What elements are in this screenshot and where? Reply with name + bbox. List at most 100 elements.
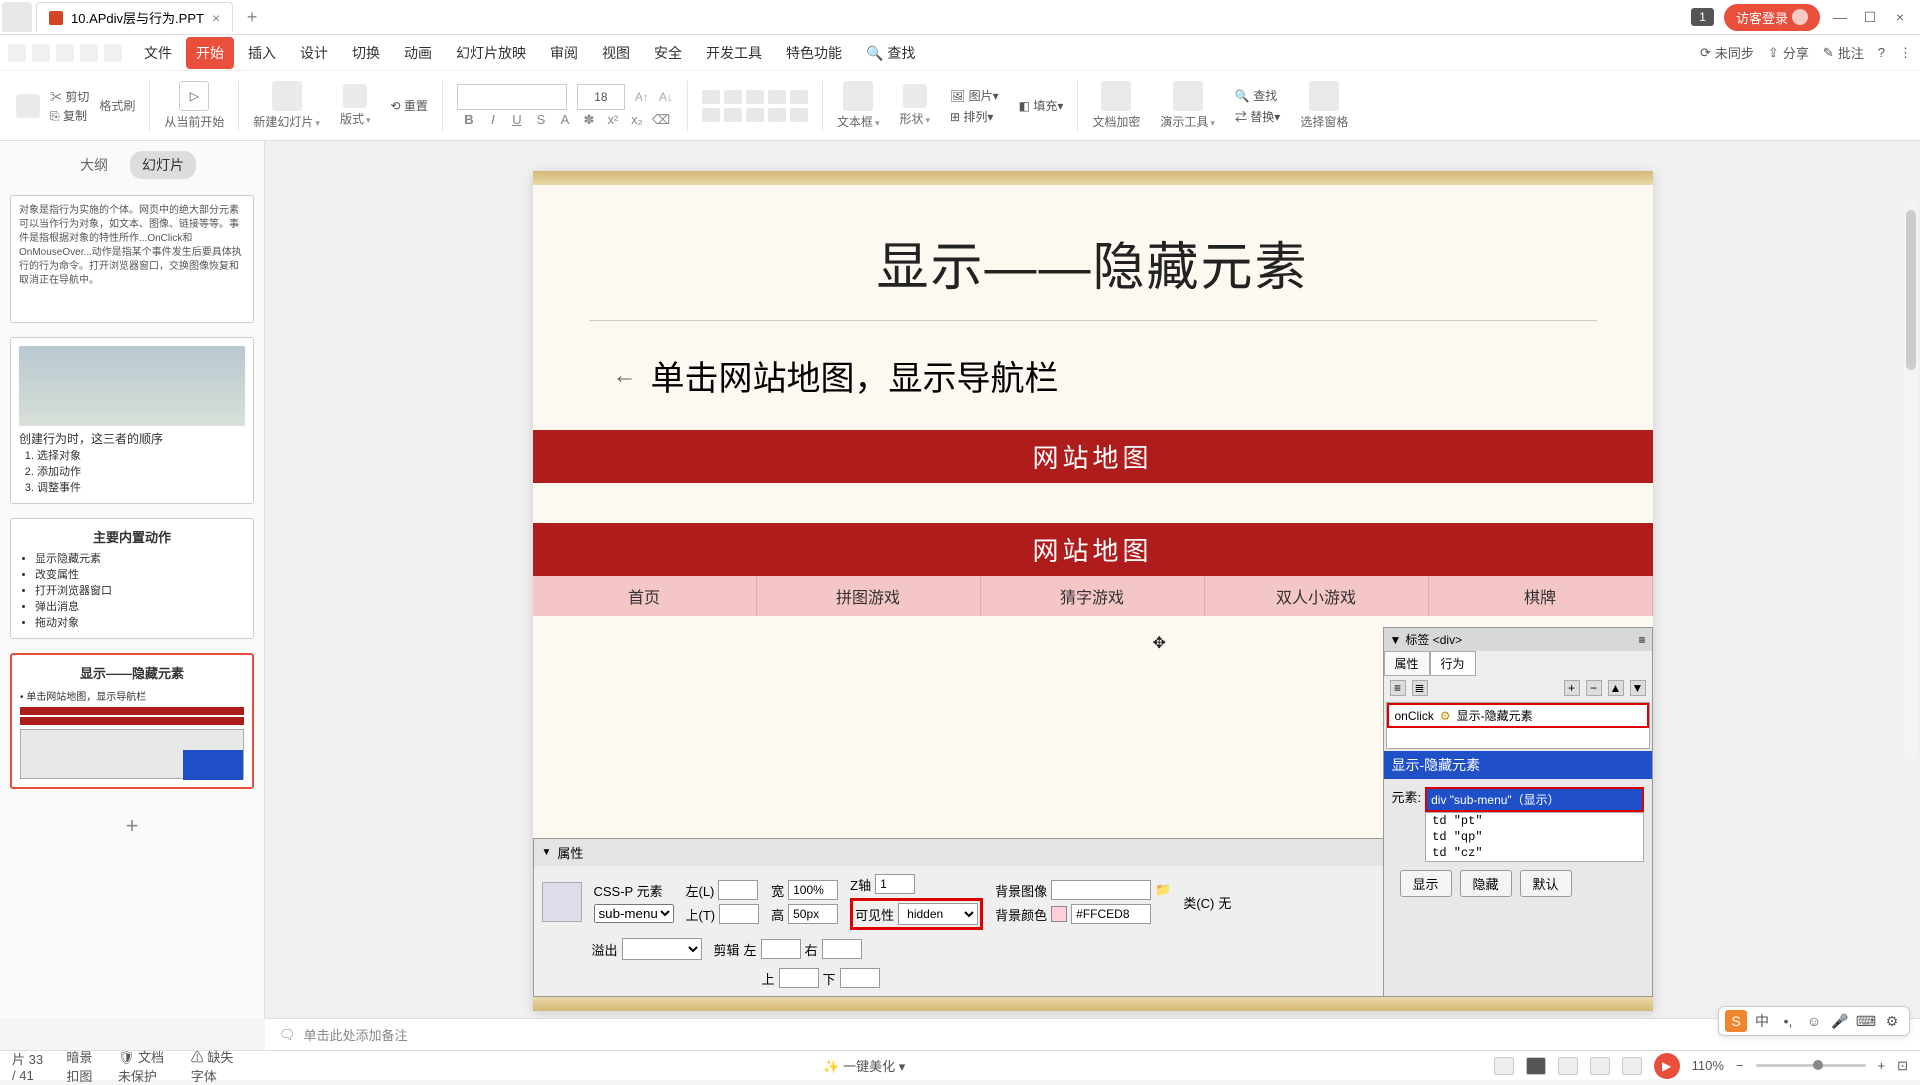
close-window-button[interactable]: × — [1890, 9, 1910, 25]
menu-animation[interactable]: 动画 — [394, 37, 442, 69]
slide-thumbnail-active[interactable]: 显示——隐藏元素 • 单击网站地图，显示导航栏 — [10, 653, 254, 789]
ime-keyboard-button[interactable]: ⌨ — [1855, 1010, 1877, 1032]
zoom-in-button[interactable]: + — [1878, 1058, 1886, 1073]
menu-insert[interactable]: 插入 — [238, 37, 286, 69]
clip-top-input[interactable] — [779, 968, 819, 988]
clear-format-button[interactable]: ⌫ — [652, 112, 670, 128]
layout-icon[interactable] — [343, 84, 367, 108]
number-list-button[interactable] — [724, 90, 742, 104]
menu-transition[interactable]: 切换 — [342, 37, 390, 69]
text-direction-button[interactable] — [790, 108, 808, 122]
menu-slideshow[interactable]: 幻灯片放映 — [446, 37, 536, 69]
height-input[interactable] — [788, 904, 838, 924]
select-pane-icon[interactable] — [1309, 81, 1339, 111]
outline-tab[interactable]: 大纲 — [68, 151, 120, 179]
ime-settings-button[interactable]: ⚙ — [1881, 1010, 1903, 1032]
bullet-list-button[interactable] — [702, 90, 720, 104]
sync-status[interactable]: ⟳ 未同步 — [1700, 43, 1754, 62]
thumbnails-list[interactable]: 对象是指行为实施的个体。网页中的绝大部分元素可以当作行为对象，如文本、图像、链接… — [0, 189, 264, 1018]
element-option[interactable]: td "qp" — [1426, 829, 1642, 845]
show-button[interactable]: 显示 — [1400, 870, 1452, 897]
underline-button[interactable]: U — [508, 112, 526, 128]
increase-indent-button[interactable] — [768, 90, 786, 104]
clip-right-input[interactable] — [822, 939, 862, 959]
bgcolor-input[interactable] — [1071, 904, 1151, 924]
new-slide-icon[interactable] — [272, 81, 302, 111]
arrange-button[interactable]: ⊞ 排列▾ — [950, 108, 999, 125]
tool-btn[interactable]: ≡ — [1390, 680, 1406, 696]
behavior-tab[interactable]: 行为 — [1430, 651, 1476, 676]
view-present-button[interactable] — [1622, 1057, 1642, 1075]
save-icon[interactable] — [8, 44, 26, 62]
missing-font-status[interactable]: ⚠ 缺失字体 — [191, 1047, 235, 1085]
menu-review[interactable]: 审阅 — [540, 37, 588, 69]
menu-view[interactable]: 视图 — [592, 37, 640, 69]
cut-button[interactable]: ✂ 剪切 — [50, 88, 89, 105]
view-normal-button[interactable] — [1494, 1057, 1514, 1075]
align-center-button[interactable] — [724, 108, 742, 122]
slide-canvas[interactable]: 显示——隐藏元素 ← 单击网站地图，显示导航栏 网站地图 ✥ 网站地图 首页 拼… — [533, 171, 1653, 1011]
ime-emoji-button[interactable]: ☺ — [1803, 1010, 1825, 1032]
folder-icon[interactable]: 📁 — [1155, 882, 1171, 898]
attr-tab[interactable]: 属性 — [1384, 651, 1430, 676]
minimize-button[interactable]: — — [1830, 9, 1850, 25]
font-color-button[interactable]: A — [556, 112, 574, 128]
help-button[interactable]: ? — [1878, 45, 1885, 60]
font-size-input[interactable]: 18 — [577, 84, 625, 110]
element-option[interactable]: td "pt" — [1426, 813, 1642, 829]
strike-button[interactable]: S — [532, 112, 550, 128]
menu-start[interactable]: 开始 — [186, 37, 234, 69]
subscript-button[interactable]: x₂ — [628, 112, 646, 128]
color-swatch[interactable] — [1051, 906, 1067, 922]
decrease-font-button[interactable]: A↓ — [659, 90, 673, 104]
vertical-scrollbar[interactable] — [1904, 200, 1918, 760]
redo-icon[interactable] — [56, 44, 74, 62]
textbox-icon[interactable] — [843, 81, 873, 111]
align-justify-button[interactable] — [768, 108, 786, 122]
view-reading-button[interactable] — [1590, 1057, 1610, 1075]
image-button[interactable]: 🖼 图片▾ — [950, 87, 999, 104]
highlight-button[interactable]: ✽ — [580, 112, 598, 128]
undo-icon[interactable] — [32, 44, 50, 62]
dark-mode-status[interactable]: 暗景扣图 — [66, 1047, 100, 1085]
protect-status[interactable]: 🛡 文档未保护 — [118, 1047, 173, 1085]
align-left-button[interactable] — [702, 108, 720, 122]
zoom-out-button[interactable]: − — [1736, 1058, 1744, 1073]
element-list[interactable]: td "pt" td "qp" td "cz" — [1425, 812, 1643, 862]
doc-encrypt-icon[interactable] — [1101, 81, 1131, 111]
copy-button[interactable]: ⎘ 复制 — [50, 107, 89, 124]
print-icon[interactable] — [80, 44, 98, 62]
id-select[interactable]: sub-menu — [594, 904, 674, 923]
fill-button[interactable]: ◧ 填充▾ — [1019, 97, 1064, 114]
increase-font-button[interactable]: A↑ — [635, 90, 649, 104]
menu-search[interactable]: 🔍 查找 — [856, 37, 925, 69]
reset-button[interactable]: ⟲ 重置 — [390, 97, 427, 114]
notes-bar[interactable]: 🗨 单击此处添加备注 — [265, 1018, 1920, 1050]
ime-lang-button[interactable]: 中 — [1751, 1010, 1773, 1032]
move-up-button[interactable]: ▲ — [1608, 680, 1624, 696]
zoom-slider[interactable] — [1756, 1064, 1866, 1067]
home-tab[interactable] — [2, 2, 32, 32]
top-input[interactable] — [719, 904, 759, 924]
move-down-button[interactable]: ▼ — [1630, 680, 1646, 696]
slide-thumbnail[interactable]: 创建行为时，这三者的顺序 选择对象 添加动作 调整事件 — [10, 337, 254, 504]
left-input[interactable] — [718, 880, 758, 900]
find-button[interactable]: 🔍 查找 — [1235, 87, 1280, 104]
menu-file[interactable]: 文件 — [134, 37, 182, 69]
present-tools-icon[interactable] — [1173, 81, 1203, 111]
zindex-input[interactable] — [875, 874, 915, 894]
shape-icon[interactable] — [903, 84, 927, 108]
element-selected-highlighted[interactable]: div "sub-menu"（显示） — [1425, 787, 1643, 812]
line-spacing-button[interactable] — [790, 90, 808, 104]
add-behavior-button[interactable]: + — [1564, 680, 1580, 696]
scrollbar-thumb[interactable] — [1906, 210, 1916, 370]
ime-logo-icon[interactable]: S — [1725, 1010, 1747, 1032]
play-icon[interactable]: ▷ — [179, 81, 209, 111]
font-family-select[interactable] — [457, 84, 567, 110]
fit-button[interactable]: ⊡ — [1897, 1058, 1908, 1074]
element-option[interactable]: td "cz" — [1426, 845, 1642, 861]
slides-tab[interactable]: 幻灯片 — [130, 151, 196, 179]
close-tab-icon[interactable]: × — [212, 10, 220, 26]
remove-behavior-button[interactable]: − — [1586, 680, 1602, 696]
default-button[interactable]: 默认 — [1520, 870, 1572, 897]
